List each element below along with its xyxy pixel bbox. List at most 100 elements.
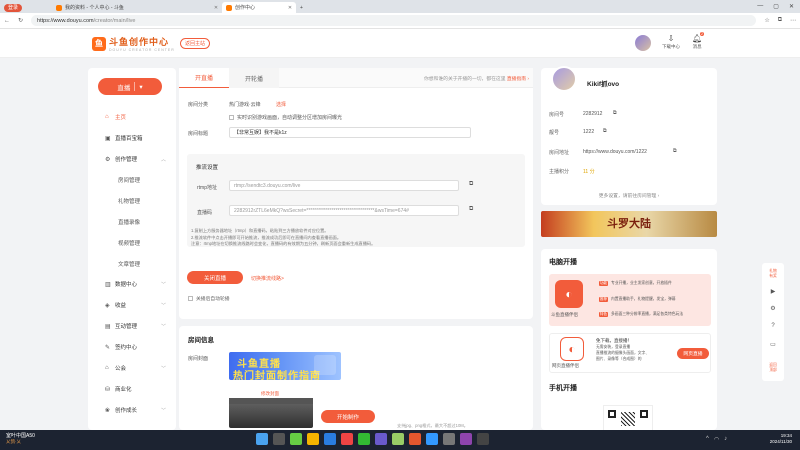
live-guide-link[interactable]: 直播指南 ›	[507, 77, 529, 82]
shop-icon: ⛁	[105, 386, 111, 393]
switch-line-link[interactable]: 切换推流线路>	[251, 275, 284, 282]
web-live-button[interactable]: 网页直播	[677, 348, 709, 359]
room-title-input[interactable]: 【非常互娱】我不是k1z	[229, 127, 471, 138]
sidebar-item-guild[interactable]: ⌂ 公会 ﹀	[88, 364, 176, 372]
browser-tab-0[interactable]: 我的资料 - 个人中心 - 斗鱼 ✕	[52, 2, 222, 13]
sidebar-item-video[interactable]: 视频管理	[88, 239, 176, 247]
app-icon[interactable]	[426, 433, 438, 445]
wifi-icon[interactable]: ◠	[714, 436, 719, 443]
sidebar-item-contract[interactable]: ✎ 签约中心	[88, 343, 176, 352]
douyu-favicon	[56, 4, 63, 11]
folder-icon[interactable]	[307, 433, 319, 445]
sidebar-item-growth[interactable]: ❀ 创作成长 ﹀	[88, 406, 176, 415]
cover-guide-banner[interactable]: 斗鱼直播 热门封面制作指南	[229, 352, 341, 380]
rtmp-address-field[interactable]: rtmp://sendtc3.douyu.com/live	[229, 180, 459, 191]
checkbox[interactable]	[229, 115, 234, 121]
go-live-button[interactable]: 直播 ▾	[98, 78, 162, 95]
tab-live[interactable]: 开直播	[179, 68, 229, 88]
chat-icon: ▤	[105, 323, 111, 330]
copy-rtmp-icon[interactable]: ⧉	[469, 181, 473, 188]
rtmp-label: rtmp地址	[197, 185, 218, 191]
browser-tab-1[interactable]: 创作中心 ✕	[222, 2, 297, 13]
copy-icon[interactable]: ⧉	[603, 128, 607, 134]
gift-reward-button[interactable]: 礼物 有奖	[762, 269, 784, 278]
chevron-up-icon[interactable]: ^	[706, 436, 709, 443]
gear-icon[interactable]: ⚙	[762, 305, 784, 312]
avatar[interactable]	[551, 66, 577, 92]
clock-date: 2024/11/30	[769, 439, 792, 444]
chevron-down-icon: ﹀	[160, 302, 166, 309]
close-live-button[interactable]: 关闭直播	[187, 271, 243, 284]
taskbar-widget[interactable]: 室叶中国A50 乂鸽·乂	[6, 433, 35, 445]
app-icon[interactable]	[477, 433, 489, 445]
room-cover-image[interactable]	[229, 398, 313, 428]
extensions-icon[interactable]: ⧉	[778, 17, 782, 24]
chevron-down-icon[interactable]: ▾	[139, 83, 142, 91]
help-icon[interactable]: ?	[762, 323, 784, 329]
edge-icon[interactable]	[324, 433, 336, 445]
auto-rotate-option[interactable]: 关播后自动轮播	[188, 295, 230, 302]
stream-code-field[interactable]: 2282912rZTL6eMkQ?wsSecret=**************…	[229, 205, 459, 216]
modify-cover-label[interactable]: 修改封面	[261, 391, 279, 397]
minimize-icon[interactable]: —	[757, 3, 763, 10]
more-settings-link[interactable]: 更多设置，请前往房间管理 ›	[541, 192, 717, 199]
sidebar-item-room[interactable]: 房间管理	[88, 176, 176, 184]
feedback-icon[interactable]: ▭	[762, 341, 784, 348]
app-icon[interactable]	[409, 433, 421, 445]
app-icon[interactable]	[460, 433, 472, 445]
browser-tab-bar: 登录 我的资料 - 个人中心 - 斗鱼 ✕ 创作中心 ✕ + — ▢ ✕	[0, 0, 800, 13]
app-icon[interactable]	[392, 433, 404, 445]
choose-category-link[interactable]: 选择	[276, 101, 286, 108]
maximize-icon[interactable]: ▢	[773, 3, 779, 10]
sidebar-item-gift[interactable]: 礼物管理	[88, 197, 176, 205]
volume-icon[interactable]: ♪	[724, 436, 727, 443]
search-icon[interactable]	[273, 433, 285, 445]
star-icon[interactable]: ☆	[764, 17, 769, 24]
sidebar-item-label: 视频管理	[118, 241, 141, 247]
app-line: 专业开播，业主发家创意，开放插件	[611, 281, 672, 285]
back-to-top-button[interactable]: 返回 顶部	[762, 363, 784, 372]
sidebar-item-interaction[interactable]: ▤ 互动管理 ﹀	[88, 322, 176, 331]
sidebar-item-recording[interactable]: 直播录像	[88, 218, 176, 226]
clock[interactable]: 19:34 2024/11/30	[770, 433, 792, 445]
avatar[interactable]	[635, 35, 651, 51]
sidebar-item-income[interactable]: ◈ 收益 ﹀	[88, 301, 176, 310]
creator-logo[interactable]: 鱼 斗鱼创作中心 DOUYU CREATOR CENTER	[92, 35, 175, 52]
windows-start-icon[interactable]	[256, 433, 268, 445]
sidebar-item-creation[interactable]: ⚙ 创作管理 ︿	[88, 155, 176, 164]
download-center-button[interactable]: ⇩ 下载中心	[662, 34, 680, 50]
douyu-companion-card[interactable]: ◐ 斗鱼直播伴侣 功能 专业开播，业主发家创意，开放插件 推荐 内置直播助手，礼…	[549, 274, 711, 326]
app-icon[interactable]	[358, 433, 370, 445]
refresh-icon[interactable]: ↻	[18, 17, 23, 24]
app-icon[interactable]	[375, 433, 387, 445]
new-tab-button[interactable]: +	[296, 2, 307, 13]
checkbox[interactable]	[188, 296, 193, 302]
profile-card: Kikif抓ovo 房间号 2282912 ⧉ 靓号 1222 ⧉ 房间地址 h…	[541, 66, 717, 205]
sidebar-item-treasure[interactable]: ▣ 直播百宝箱	[88, 134, 176, 143]
room-url-label: 房间地址	[549, 150, 570, 156]
copy-icon[interactable]: ⧉	[673, 148, 677, 154]
app-icon[interactable]	[443, 433, 455, 445]
menu-icon[interactable]: ⋯	[790, 17, 796, 24]
app-icon[interactable]	[290, 433, 302, 445]
copy-code-icon[interactable]: ⧉	[469, 206, 473, 213]
auto-detect-option[interactable]: 实时识别游戏画面，自动调整分区增加房间曝光	[229, 114, 342, 121]
messages-button[interactable]: 🔔︎ 2 消息	[692, 32, 704, 50]
close-window-icon[interactable]: ✕	[789, 3, 794, 10]
profile-button[interactable]: 登录	[4, 3, 23, 12]
start-making-button[interactable]: 开始制作	[321, 410, 375, 423]
close-icon[interactable]: ✕	[288, 5, 292, 11]
close-icon[interactable]: ✕	[214, 5, 218, 11]
tab-record[interactable]: 开轮播	[229, 68, 279, 88]
url-input[interactable]: https://www.douyu.com/creator/main/live	[31, 15, 757, 26]
back-icon[interactable]: ←	[4, 18, 10, 24]
sidebar-item-commerce[interactable]: ⛁ 商业化	[88, 385, 176, 394]
back-to-main-button[interactable]: 返回主站	[180, 38, 211, 49]
sidebar-item-article[interactable]: 文章管理	[88, 260, 176, 268]
copy-icon[interactable]: ⧉	[613, 110, 617, 116]
game-ad-banner[interactable]: 斗罗大陆	[541, 211, 717, 237]
sidebar-item-home[interactable]: ⌂ 主页	[88, 113, 176, 121]
sidebar-item-data[interactable]: ▥ 数据中心 ﹀	[88, 280, 176, 289]
play-icon[interactable]: ▶	[762, 288, 784, 295]
app-icon[interactable]	[341, 433, 353, 445]
